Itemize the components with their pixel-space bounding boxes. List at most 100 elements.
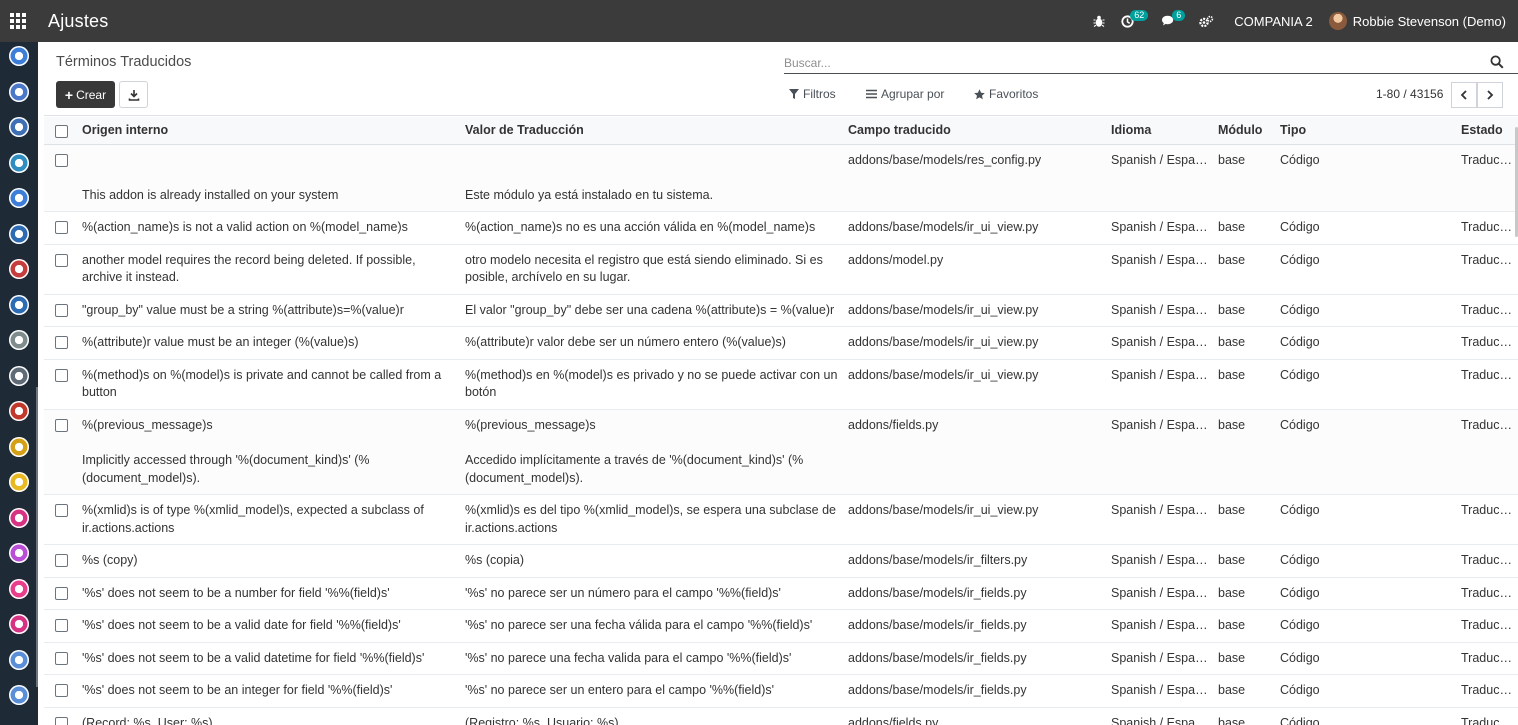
language: Spanish / Español xyxy=(1107,577,1214,610)
translation-value: %(method)s en %(model)s es privado y no … xyxy=(465,367,838,400)
row-checkbox[interactable] xyxy=(44,326,78,360)
group-by-dropdown[interactable]: Agrupar por xyxy=(866,87,944,101)
row-checkbox[interactable] xyxy=(44,211,78,245)
language: Spanish / Español xyxy=(1107,609,1214,643)
table-row[interactable]: This addon is already installed on your … xyxy=(44,144,1518,212)
apps-sidebar xyxy=(0,42,38,725)
filters-dropdown[interactable]: Filtros xyxy=(789,87,836,101)
column-header[interactable]: Estado xyxy=(1457,117,1518,145)
export-button[interactable] xyxy=(119,81,148,108)
select-all-checkbox[interactable] xyxy=(44,117,78,145)
chevron-left-icon xyxy=(1460,90,1467,100)
module: base xyxy=(1214,244,1276,295)
bug-icon[interactable] xyxy=(1085,0,1113,42)
sidebar-app-icon[interactable] xyxy=(9,223,29,244)
column-header[interactable]: Módulo xyxy=(1214,117,1276,145)
table-row[interactable]: another model requires the record being … xyxy=(44,244,1518,295)
app-title[interactable]: Ajustes xyxy=(48,11,108,32)
pager-previous-button[interactable] xyxy=(1451,82,1477,108)
column-header[interactable]: Valor de Traducción xyxy=(461,117,844,145)
row-checkbox[interactable] xyxy=(44,642,78,675)
state: Traducido xyxy=(1457,294,1518,327)
sidebar-app-icon[interactable] xyxy=(9,649,29,670)
settings-gears-icon[interactable] xyxy=(1191,0,1222,42)
create-button[interactable]: + Crear xyxy=(56,81,115,108)
table-row[interactable]: '%s' does not seem to be a number for fi… xyxy=(44,577,1518,610)
source-text: "group_by" value must be a string %(attr… xyxy=(82,302,404,317)
table-row[interactable]: %(xmlid)s is of type %(xmlid_model)s, ex… xyxy=(44,494,1518,545)
sidebar-app-icon[interactable] xyxy=(9,46,29,66)
table-row[interactable]: '%s' does not seem to be a valid date fo… xyxy=(44,609,1518,643)
sidebar-app-icon[interactable] xyxy=(9,152,29,173)
row-checkbox[interactable] xyxy=(44,359,78,410)
sidebar-app-icon[interactable] xyxy=(9,507,29,528)
sidebar-app-icon[interactable] xyxy=(9,365,29,386)
table-row[interactable]: '%s' does not seem to be an integer for … xyxy=(44,674,1518,708)
sidebar-scrollbar[interactable] xyxy=(36,387,38,687)
sidebar-app-icon[interactable] xyxy=(9,472,29,492)
control-panel: Términos Traducidos + Crear Filtros Agru… xyxy=(44,42,1518,116)
source-text: '%s' does not seem to be a valid datetim… xyxy=(82,650,425,665)
table-row[interactable]: %(previous_message)s Implicitly accessed … xyxy=(44,409,1518,495)
favorites-label: Favoritos xyxy=(989,87,1039,101)
module: base xyxy=(1214,609,1276,643)
column-header[interactable]: Tipo xyxy=(1276,117,1457,145)
translated-field: addons/base/models/ir_fields.py xyxy=(844,609,1107,643)
sidebar-app-icon[interactable] xyxy=(9,614,29,634)
list-icon xyxy=(866,89,877,99)
row-checkbox[interactable] xyxy=(44,494,78,545)
column-header[interactable]: Origen interno xyxy=(78,117,461,145)
sidebar-app-icon[interactable] xyxy=(9,401,29,421)
table-row[interactable]: %(attribute)r value must be an integer (… xyxy=(44,326,1518,360)
source-text: '%s' does not seem to be an integer for … xyxy=(82,683,393,697)
source-text: %s (copy) xyxy=(82,553,138,567)
user-menu[interactable]: Robbie Stevenson (Demo) xyxy=(1328,12,1506,30)
table-row[interactable]: %s (copy) %s (copia) addons/base/models/ir… xyxy=(44,544,1518,578)
sidebar-app-icon[interactable] xyxy=(9,259,29,279)
messages-icon[interactable]: 6 xyxy=(1153,0,1191,42)
translation-value: %s (copia) xyxy=(465,553,525,567)
type: Código xyxy=(1276,244,1457,295)
sidebar-app-icon[interactable] xyxy=(9,685,29,705)
row-checkbox[interactable] xyxy=(44,409,78,495)
column-header[interactable]: Idioma xyxy=(1107,117,1214,145)
breadcrumb[interactable]: Términos Traducidos xyxy=(56,54,191,70)
sidebar-app-icon[interactable] xyxy=(9,330,29,350)
type: Código xyxy=(1276,359,1457,410)
pager-value[interactable]: 1-80 / 43156 xyxy=(1376,87,1443,101)
activity-icon[interactable]: 62 xyxy=(1113,0,1153,42)
sidebar-app-icon[interactable] xyxy=(9,294,29,315)
type: Código xyxy=(1276,494,1457,545)
column-header[interactable]: Campo traducido xyxy=(844,117,1107,145)
sidebar-app-icon[interactable] xyxy=(9,543,29,563)
favorites-dropdown[interactable]: Favoritos xyxy=(974,87,1038,101)
row-checkbox[interactable] xyxy=(44,707,78,725)
row-checkbox[interactable] xyxy=(44,577,78,610)
table-row[interactable]: %(action_name)s is not a valid action on… xyxy=(44,211,1518,245)
table-row[interactable]: "group_by" value must be a string %(attr… xyxy=(44,294,1518,327)
row-checkbox[interactable] xyxy=(44,674,78,708)
company-switcher[interactable]: COMPANIA 2 xyxy=(1222,14,1329,29)
source-text: '%s' does not seem to be a number for fi… xyxy=(82,585,390,600)
table-row[interactable]: (Record: %s, User: %s) (Registro: %s, Usu… xyxy=(44,707,1518,725)
sidebar-app-icon[interactable] xyxy=(9,81,29,102)
row-checkbox[interactable] xyxy=(44,294,78,327)
state: Traducido xyxy=(1457,494,1518,545)
sidebar-app-icon[interactable] xyxy=(9,117,29,137)
sidebar-app-icon[interactable] xyxy=(9,436,29,457)
table-row[interactable]: '%s' does not seem to be a valid datetim… xyxy=(44,642,1518,675)
row-checkbox[interactable] xyxy=(44,544,78,578)
sidebar-app-icon[interactable] xyxy=(9,578,29,599)
apps-menu-icon[interactable] xyxy=(0,0,36,42)
module: base xyxy=(1214,294,1276,327)
state: Traducido xyxy=(1457,244,1518,295)
sidebar-app-icon[interactable] xyxy=(9,188,29,208)
search-icon[interactable] xyxy=(1490,55,1504,69)
row-checkbox[interactable] xyxy=(44,144,78,212)
row-checkbox[interactable] xyxy=(44,609,78,643)
table-row[interactable]: %(method)s on %(model)s is private and c… xyxy=(44,359,1518,410)
row-checkbox[interactable] xyxy=(44,244,78,295)
pager-next-button[interactable] xyxy=(1477,82,1503,108)
search-input[interactable] xyxy=(784,54,1484,72)
module: base xyxy=(1214,211,1276,245)
